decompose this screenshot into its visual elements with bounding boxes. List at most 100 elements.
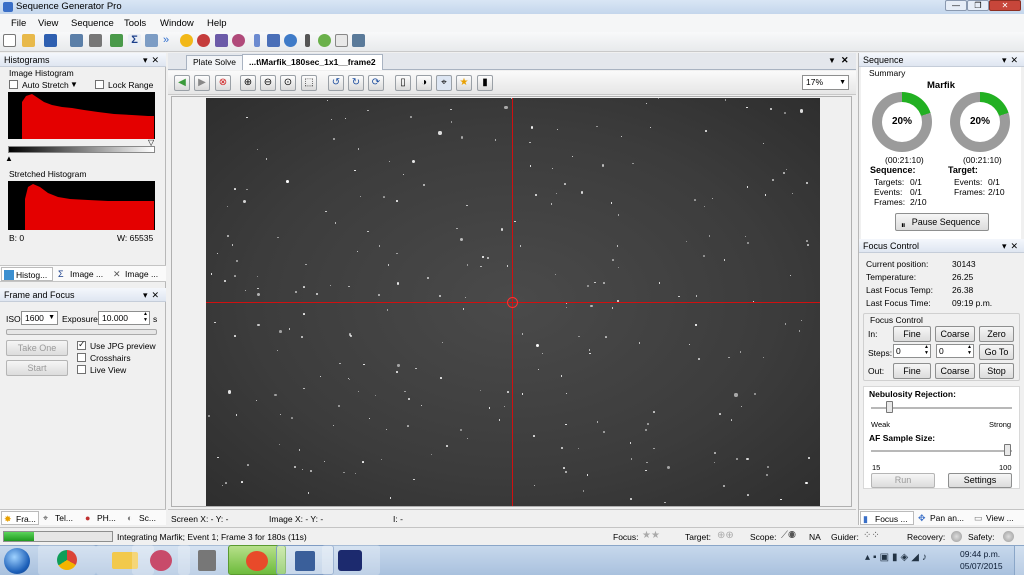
mount-icon[interactable] xyxy=(267,34,280,47)
af-sample-slider-thumb[interactable] xyxy=(1004,444,1011,456)
exposure-slider[interactable] xyxy=(6,329,157,335)
back-arrow-icon[interactable]: ◀ xyxy=(174,75,190,91)
zero-button[interactable]: Zero xyxy=(979,326,1014,342)
menu-view[interactable]: View xyxy=(38,18,58,29)
astro-image[interactable] xyxy=(206,98,820,506)
show-desktop-button[interactable] xyxy=(1014,546,1024,575)
tab-focus[interactable]: ▮ Focus ... xyxy=(860,511,914,525)
focuser-icon[interactable] xyxy=(254,34,260,47)
tray-icons[interactable]: ▴▪▣▮◈◢♪ xyxy=(865,552,930,563)
tab-histograms[interactable]: Histog... xyxy=(1,267,53,281)
maximize-button[interactable]: ❐ xyxy=(967,0,989,11)
new-icon[interactable] xyxy=(3,34,16,47)
zoom-fit-icon[interactable]: ⊙ xyxy=(280,75,296,91)
iso-select[interactable]: 1600 ▼ xyxy=(21,311,58,325)
crosshair-icon[interactable]: ⌖ xyxy=(436,75,452,91)
rotate-right-icon[interactable]: ↻ xyxy=(348,75,364,91)
auto-stretch-dropdown-icon[interactable]: ▼ xyxy=(70,80,78,89)
tab-pan[interactable]: ✥ Pan an... xyxy=(916,511,970,525)
sigma-icon[interactable]: Σ xyxy=(128,34,141,47)
tab-plate-solve[interactable]: Plate Solve xyxy=(186,55,243,70)
start-button[interactable]: Start xyxy=(6,360,68,376)
tab-view[interactable]: ▭ View ... xyxy=(972,511,1024,525)
tab-marfik-frame[interactable]: ...t\Marfik_180sec_1x1__frame2 xyxy=(242,54,383,70)
crosshairs-checkbox[interactable] xyxy=(77,353,86,362)
steps-input-1[interactable]: 0 ▲ ▼ xyxy=(893,344,931,358)
take-one-button[interactable]: Take One xyxy=(6,340,68,356)
steps-input-2[interactable]: 0 ▲ ▼ xyxy=(936,344,974,358)
sequence-controls[interactable]: ▾✕ xyxy=(1002,53,1022,67)
close-button[interactable]: ✕ xyxy=(989,0,1021,11)
star-icon[interactable]: ★ xyxy=(456,75,472,91)
white-point-marker-icon[interactable]: ▽ xyxy=(148,138,154,147)
tab-list-icon[interactable]: ▼ xyxy=(828,56,836,65)
stop-button[interactable]: Stop xyxy=(979,363,1014,379)
tab-scope[interactable]: ◐ Sc... xyxy=(125,511,165,525)
frame-focus-controls[interactable]: ▾✕ xyxy=(143,288,163,302)
taskbar-stellarium[interactable] xyxy=(322,545,380,575)
clock-time[interactable]: 09:44 p.m. xyxy=(960,549,1000,559)
auto-stretch-checkbox[interactable] xyxy=(9,80,18,89)
histogram-view-icon[interactable]: ▯ xyxy=(395,75,411,91)
select-region-icon[interactable]: ⬚ xyxy=(301,75,317,91)
in-coarse-button[interactable]: Coarse xyxy=(935,326,975,342)
minimize-button[interactable]: — xyxy=(945,0,967,11)
open-icon[interactable] xyxy=(22,34,35,47)
zoom-out-icon[interactable]: ⊖ xyxy=(260,75,276,91)
refresh-icon[interactable]: ⟳ xyxy=(368,75,384,91)
contrast-icon[interactable]: ◑ xyxy=(416,75,432,91)
menu-sequence[interactable]: Sequence xyxy=(71,18,114,29)
target-icon[interactable] xyxy=(318,34,331,47)
start-orb-icon[interactable] xyxy=(4,548,30,574)
filter-wheel-icon[interactable] xyxy=(197,34,210,47)
in-fine-button[interactable]: Fine xyxy=(893,326,931,342)
tab-frame-focus[interactable]: ✸ Fra... xyxy=(1,511,39,525)
taskbar-chrome[interactable] xyxy=(38,545,96,575)
pen-icon[interactable] xyxy=(305,34,310,47)
guider-icon[interactable] xyxy=(215,34,228,47)
save-image-icon[interactable]: ▮ xyxy=(477,75,493,91)
run-button[interactable]: Run xyxy=(871,473,935,488)
use-jpg-checkbox[interactable] xyxy=(77,339,86,350)
tab-image-2[interactable]: ✕ Image ... xyxy=(111,267,164,281)
rotate-left-icon[interactable]: ↺ xyxy=(328,75,344,91)
pause-sequence-button[interactable]: ⏸ Pause Sequence xyxy=(895,213,989,231)
nebulosity-slider-thumb[interactable] xyxy=(886,401,893,413)
chart-icon[interactable] xyxy=(110,34,123,47)
forward-arrow-icon[interactable]: ▶ xyxy=(194,75,210,91)
sun-icon[interactable] xyxy=(180,34,193,47)
settings-button[interactable]: Settings xyxy=(948,473,1012,488)
image-viewport[interactable] xyxy=(171,96,852,507)
menu-file[interactable]: File xyxy=(11,18,26,29)
black-point-marker-icon[interactable]: ▲ xyxy=(5,154,13,163)
camera-icon[interactable] xyxy=(89,34,102,47)
tab-phd[interactable]: ● PH... xyxy=(83,511,123,525)
menu-tools[interactable]: Tools xyxy=(124,18,146,29)
monitor-icon[interactable] xyxy=(70,34,83,47)
checklist-icon[interactable] xyxy=(335,34,348,47)
exposure-input[interactable]: 10.000 ▲ ▼ xyxy=(98,311,150,325)
zoom-in-icon[interactable]: ⊕ xyxy=(240,75,256,91)
histograms-controls[interactable]: ▾✕ xyxy=(143,53,163,67)
tools-icon[interactable] xyxy=(352,34,365,47)
af-sample-slider[interactable] xyxy=(871,450,1012,452)
out-coarse-button[interactable]: Coarse xyxy=(935,363,975,379)
close-document-icon[interactable]: ✕ xyxy=(841,55,849,66)
goto-button[interactable]: Go To xyxy=(979,344,1014,360)
save-icon[interactable] xyxy=(44,34,57,47)
fast-forward-icon[interactable]: » xyxy=(163,34,176,47)
zoom-select[interactable]: 17% ▼ xyxy=(802,75,849,90)
out-fine-button[interactable]: Fine xyxy=(893,363,931,379)
menu-window[interactable]: Window xyxy=(160,18,194,29)
move-icon[interactable] xyxy=(284,34,297,47)
clock-date[interactable]: 05/07/2015 xyxy=(960,561,1003,571)
rotator-icon[interactable] xyxy=(232,34,245,47)
lock-range-checkbox[interactable] xyxy=(95,80,104,89)
menu-help[interactable]: Help xyxy=(207,18,227,29)
focus-control-controls[interactable]: ▾✕ xyxy=(1002,239,1022,253)
telescope-icon[interactable] xyxy=(145,34,158,47)
live-view-checkbox[interactable] xyxy=(77,365,86,374)
tab-telescope[interactable]: ⌖ Tel... xyxy=(41,511,81,525)
cancel-icon[interactable]: ⊗ xyxy=(215,75,231,91)
tab-image-1[interactable]: Σ Image ... xyxy=(56,267,108,281)
